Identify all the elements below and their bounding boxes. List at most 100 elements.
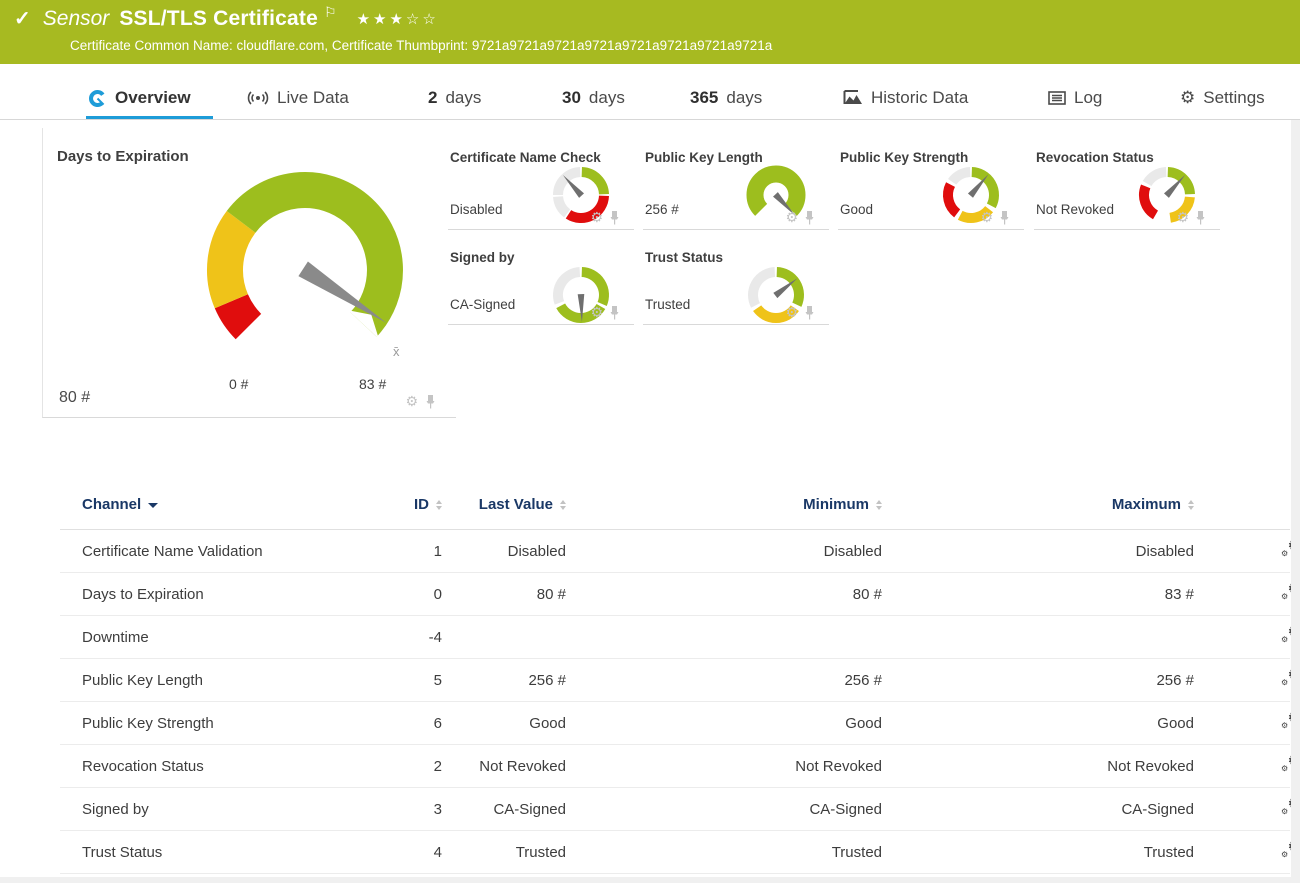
column-header-id[interactable]: ID xyxy=(414,496,442,513)
cell-id: 6 xyxy=(362,715,442,732)
tab-settings-label: Settings xyxy=(1203,88,1264,108)
gear-icon: ⚙ xyxy=(1281,550,1288,558)
column-header-maximum-label: Maximum xyxy=(1112,496,1181,513)
gauge-settings-gear-icon[interactable]: ⚙ xyxy=(980,211,993,225)
cell-max: Not Revoked xyxy=(882,758,1194,775)
tab-settings[interactable]: ⚙ Settings xyxy=(1180,88,1265,108)
tab-30-days[interactable]: 30 days xyxy=(562,88,625,108)
gauge-max-label: 83 # xyxy=(359,376,386,392)
cell-channel: Certificate Name Validation xyxy=(82,543,362,560)
tab-log-label: Log xyxy=(1074,88,1102,108)
tab-2-days-label: days xyxy=(445,88,481,108)
row-actions: ⚙⚙ xyxy=(1194,798,1300,820)
gauge-card-certificate-name-check: Certificate Name Check Disabled ⚙ xyxy=(448,130,634,230)
tab-365-days[interactable]: 365 days xyxy=(690,88,762,108)
settings-gear-icon: ⚙ xyxy=(1180,90,1195,107)
sensor-type-label: Sensor xyxy=(43,7,110,31)
sort-arrows-icon xyxy=(876,500,882,510)
historic-data-icon xyxy=(843,90,863,106)
active-tab-underline xyxy=(86,116,213,119)
gauge-settings-gear-icon[interactable]: ⚙ xyxy=(1176,211,1189,225)
gauge-card-public-key-length: Public Key Length 256 # ⚙ xyxy=(643,130,829,230)
column-header-minimum[interactable]: Minimum xyxy=(803,496,882,513)
gauge-icon xyxy=(88,89,107,108)
cell-channel: Revocation Status xyxy=(82,758,362,775)
gauge-average-marker: x̄ xyxy=(393,344,400,359)
gauge-settings-gear-icon[interactable]: ⚙ xyxy=(785,211,798,225)
gauge-card-public-key-strength: Public Key Strength Good ⚙ xyxy=(838,130,1024,230)
pin-icon[interactable] xyxy=(425,394,436,409)
sort-arrows-icon xyxy=(560,500,566,510)
gauge-settings-gear-icon[interactable]: ⚙ xyxy=(590,211,603,225)
cell-min: Not Revoked xyxy=(566,758,882,775)
tab-2-days[interactable]: 2 days xyxy=(428,88,481,108)
gear-icon: ⚙ xyxy=(1281,722,1288,730)
sort-descending-icon xyxy=(148,503,158,508)
cell-max: Good xyxy=(882,715,1194,732)
gauge-min-label: 0 # xyxy=(229,376,248,392)
cell-max: Trusted xyxy=(882,844,1194,861)
cell-max: 256 # xyxy=(882,672,1194,689)
channels-table-body: Certificate Name Validation1DisabledDisa… xyxy=(60,530,1290,874)
cell-channel: Days to Expiration xyxy=(82,586,362,603)
priority-stars-filled: ★★★ xyxy=(357,11,406,28)
gauge-current-value: CA-Signed xyxy=(450,297,515,312)
gauge-settings-gear-icon[interactable]: ⚙ xyxy=(405,395,418,409)
gear-icon: ⚙ xyxy=(1281,636,1288,644)
sort-arrows-icon xyxy=(436,500,442,510)
tab-live-data[interactable]: Live Data xyxy=(247,88,349,108)
column-header-channel[interactable]: Channel xyxy=(82,496,362,513)
priority-stars[interactable]: ★★★☆☆ xyxy=(357,10,439,28)
column-header-maximum[interactable]: Maximum xyxy=(1112,496,1194,513)
gauge-title: Days to Expiration xyxy=(57,148,189,165)
cell-last: Not Revoked xyxy=(442,758,566,775)
cell-min: 256 # xyxy=(566,672,882,689)
pin-icon[interactable] xyxy=(999,210,1010,225)
tab-log[interactable]: Log xyxy=(1048,88,1102,108)
gauge-current-value: Trusted xyxy=(645,297,690,312)
tab-overview[interactable]: Overview xyxy=(88,88,191,108)
cell-channel: Signed by xyxy=(82,801,362,818)
column-header-channel-label: Channel xyxy=(82,496,141,513)
tab-historic-data[interactable]: Historic Data xyxy=(843,88,968,108)
pin-icon[interactable] xyxy=(804,305,815,320)
gear-icon: ⚙ xyxy=(1281,593,1288,601)
sensor-subtitle: Certificate Common Name: cloudflare.com,… xyxy=(70,38,772,53)
gauge-settings-gear-icon[interactable]: ⚙ xyxy=(785,306,798,320)
gauge-card-days-to-expiration: Days to Expiration 0 # 83 # x̄ 80 # ⚙ xyxy=(42,128,456,418)
cell-min: Good xyxy=(566,715,882,732)
gauge-current-value: Not Revoked xyxy=(1036,202,1114,217)
tab-live-data-label: Live Data xyxy=(277,88,349,108)
priority-stars-empty: ☆☆ xyxy=(406,11,439,28)
right-gutter xyxy=(1291,120,1300,883)
column-header-id-label: ID xyxy=(414,496,429,513)
gear-icon: ⚙ xyxy=(1281,851,1288,859)
gauge-settings-gear-icon[interactable]: ⚙ xyxy=(590,306,603,320)
cell-channel: Public Key Length xyxy=(82,672,362,689)
gauge-card-revocation-status: Revocation Status Not Revoked ⚙ xyxy=(1034,130,1220,230)
tab-365-days-label: days xyxy=(726,88,762,108)
pin-icon[interactable] xyxy=(1195,210,1206,225)
pin-icon[interactable] xyxy=(609,210,620,225)
cell-min: CA-Signed xyxy=(566,801,882,818)
table-row: Certificate Name Validation1DisabledDisa… xyxy=(60,530,1290,573)
cell-channel: Trust Status xyxy=(82,844,362,861)
cell-channel: Public Key Strength xyxy=(82,715,362,732)
gauge-card-trust-status: Trust Status Trusted ⚙ xyxy=(643,230,829,325)
cell-max: CA-Signed xyxy=(882,801,1194,818)
column-header-last-value-label: Last Value xyxy=(479,496,553,513)
gear-icon: ⚙ xyxy=(1281,679,1288,687)
cell-last: CA-Signed xyxy=(442,801,566,818)
sort-arrows-icon xyxy=(1188,500,1194,510)
column-header-last-value[interactable]: Last Value xyxy=(479,496,566,513)
pin-icon[interactable] xyxy=(804,210,815,225)
table-row: Public Key Length5256 #256 #256 #⚙⚙ xyxy=(60,659,1290,702)
cell-id: 4 xyxy=(362,844,442,861)
cell-last: Good xyxy=(442,715,566,732)
pin-icon[interactable] xyxy=(609,305,620,320)
tab-historic-data-label: Historic Data xyxy=(871,88,968,108)
cell-max: 83 # xyxy=(882,586,1194,603)
column-header-minimum-label: Minimum xyxy=(803,496,869,513)
flag-icon[interactable]: ⚐ xyxy=(324,4,337,21)
cell-id: 1 xyxy=(362,543,442,560)
